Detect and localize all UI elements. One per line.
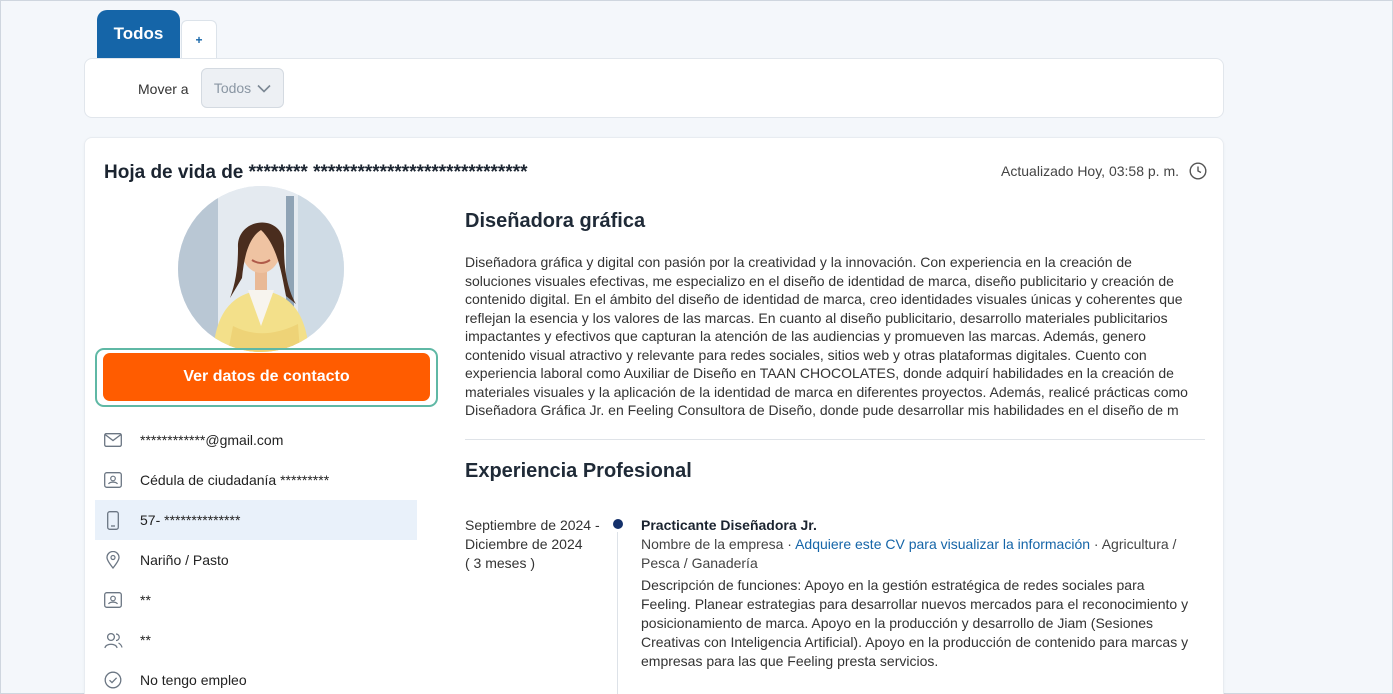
info-item-email: ************@gmail.com [95, 420, 417, 460]
timeline-dot [613, 518, 623, 529]
tab-bar: Todos + [97, 9, 217, 59]
section-divider [465, 438, 1205, 440]
profile-summary: Diseñadora gráfica y digital con pasión … [465, 254, 1188, 418]
add-tab-button[interactable]: + [181, 20, 217, 59]
experience-dates: Septiembre de 2024 - Diciembre de 2024 (… [465, 516, 600, 573]
people-icon [103, 630, 123, 650]
info-item-location: Nariño / Pasto [95, 540, 417, 580]
experience-description: Descripción de funciones: Apoyo en la ge… [641, 576, 1189, 669]
profile-photo [178, 186, 344, 352]
move-to-bar: Mover a Todos [84, 58, 1224, 118]
info-item-employment: No tengo empleo [95, 660, 417, 694]
updated-info: Actualizado Hoy, 03:58 p. m. [1001, 162, 1207, 180]
timeline-line [617, 531, 618, 694]
experience-role: Practicante Diseñadora Jr. [641, 516, 817, 533]
info-item-text: ************@gmail.com [140, 432, 284, 448]
cv-main-content: Diseñadora gráfica Diseñadora gráfica y … [465, 210, 1205, 694]
experience-company: Nombre de la empresa [641, 535, 784, 552]
info-item-people: ** [95, 620, 417, 660]
experience-item: Septiembre de 2024 - Diciembre de 2024 (… [465, 516, 1205, 694]
info-item-text: Nariño / Pasto [140, 552, 229, 568]
experience-date-range: Septiembre de 2024 - Diciembre de 2024 [465, 516, 600, 552]
location-pin-icon [103, 550, 123, 570]
info-item-text: ** [140, 592, 151, 608]
avatar [178, 186, 344, 352]
chevron-down-icon [257, 84, 271, 93]
experience-duration: ( 3 meses ) [465, 554, 536, 571]
separator-dot: · [1093, 535, 1099, 552]
timeline [612, 516, 624, 694]
info-item-id: ** [95, 580, 417, 620]
info-item-text: ** [140, 632, 151, 648]
tab-todos[interactable]: Todos [97, 10, 180, 59]
personal-info-list: ************@gmail.com Cédula de ciudada… [95, 420, 417, 694]
check-circle-icon [103, 670, 123, 690]
acquire-cv-link[interactable]: Adquiere este CV para visualizar la info… [795, 536, 1090, 552]
updated-text: Actualizado Hoy, 03:58 p. m. [1001, 163, 1179, 179]
move-to-selected-value: Todos [213, 80, 252, 96]
experience-company-line: Nombre de la empresa · Adquiere este CV … [641, 535, 1191, 573]
info-item-document: Cédula de ciudadanía ********* [95, 460, 417, 500]
phone-icon [103, 510, 123, 530]
separator-dot: · [787, 535, 792, 552]
move-to-label: Mover a [138, 81, 189, 97]
view-contact-data-button[interactable]: Ver datos de contacto [103, 353, 430, 401]
contact-button-focus-ring: Ver datos de contacto [95, 348, 438, 407]
tab-todos-label: Todos [113, 24, 164, 43]
info-item-phone: 57- ************** [95, 500, 417, 540]
profile-headline: Diseñadora gráfica [465, 210, 646, 232]
mail-icon [103, 430, 123, 450]
plus-icon: + [195, 33, 203, 47]
experience-details: Practicante Diseñadora Jr. Nombre de la … [641, 516, 1191, 671]
info-item-text: No tengo empleo [140, 672, 247, 688]
cv-title: Hoja de vida de ******** ***************… [104, 162, 528, 183]
move-to-select[interactable]: Todos [201, 68, 284, 108]
experience-section-title: Experiencia Profesional [465, 459, 692, 482]
cv-card: Hoja de vida de ******** ***************… [84, 137, 1224, 694]
info-item-text: Cédula de ciudadanía ********* [140, 472, 330, 488]
id-card-icon [103, 470, 123, 490]
info-item-text: 57- ************** [140, 512, 241, 528]
clock-icon [1189, 162, 1207, 180]
id-card-icon [103, 590, 123, 610]
